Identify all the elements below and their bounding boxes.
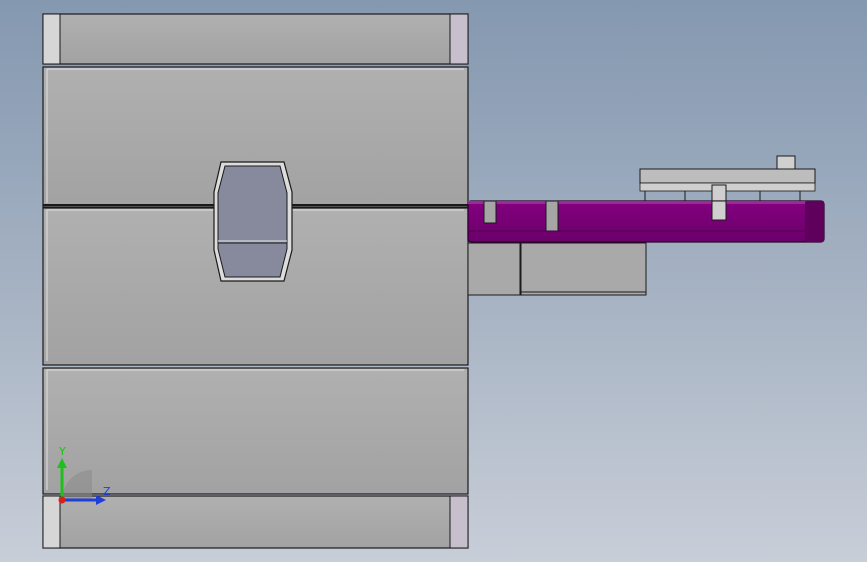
x-axis-point <box>58 496 66 504</box>
z-axis-label: Z <box>103 485 111 498</box>
cavity-insert[interactable] <box>213 161 293 282</box>
support-plate[interactable] <box>42 367 469 495</box>
top-clamp-plate[interactable] <box>42 13 469 65</box>
bottom-clamp-plate[interactable] <box>42 495 469 549</box>
side-action-slider[interactable] <box>467 200 825 243</box>
model-canvas[interactable]: Y Z <box>0 0 867 562</box>
slide-guide-blocks[interactable] <box>467 242 647 296</box>
y-axis-label: Y <box>58 445 66 458</box>
graphics-viewport[interactable]: Y Z <box>0 0 867 562</box>
